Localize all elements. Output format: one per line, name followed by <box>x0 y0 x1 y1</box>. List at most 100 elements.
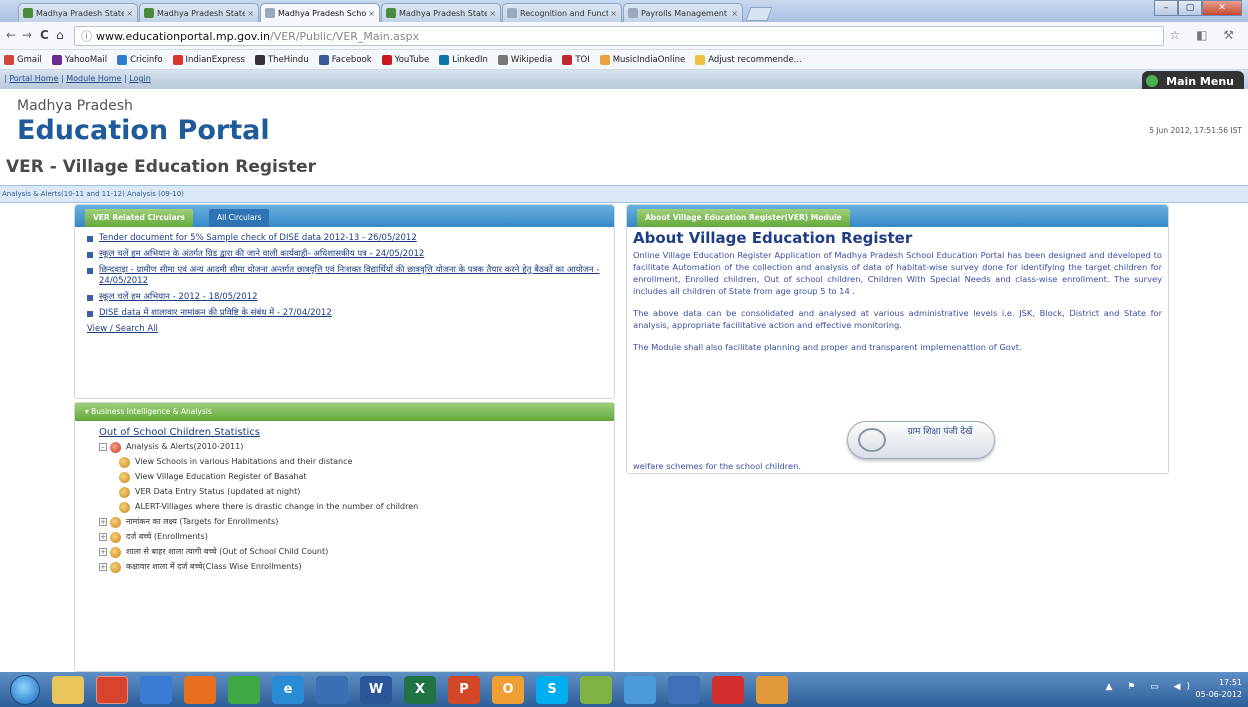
reload-icon[interactable]: C <box>40 28 49 42</box>
circular-link[interactable]: स्कूल चलें हम अभियान - 2012 - 18/05/2012 <box>99 292 258 302</box>
bookmark-item[interactable]: TheHindu <box>254 54 309 65</box>
ie-icon[interactable]: e <box>272 675 304 704</box>
out-of-school-stats-link[interactable]: Out of School Children Statistics <box>99 427 614 438</box>
bookmark-item[interactable]: Cricinfo <box>117 54 163 65</box>
expand-node-icon[interactable]: + <box>99 548 107 556</box>
address-bar[interactable]: ⓘ www.educationportal.mp.gov.in/VER/Publ… <box>74 26 1164 46</box>
bookmark-item[interactable]: TOI <box>562 54 590 65</box>
clock-time[interactable]: 17:51 <box>1196 677 1242 689</box>
bookmark-item[interactable]: IndianExpress <box>172 54 245 65</box>
tab-close-icon[interactable]: × <box>610 9 617 18</box>
media-icon[interactable] <box>316 675 348 704</box>
excel-icon[interactable]: X <box>404 675 436 704</box>
tab-title: Madhya Pradesh State Sch <box>36 8 125 18</box>
tree-leaf[interactable]: VER Data Entry Status (updated at night) <box>119 487 614 498</box>
bookmark-label: YahooMail <box>64 54 108 65</box>
outlook-icon[interactable]: O <box>492 675 524 704</box>
expand-node-icon[interactable]: + <box>99 518 107 526</box>
tab-all-circulars[interactable]: All Circulars <box>209 209 270 227</box>
bookmark-item[interactable]: Adjust recommende... <box>695 54 802 65</box>
circular-item[interactable]: स्कूल चलें हम अभियान के अंतर्गत ग्रिड द्… <box>87 249 614 260</box>
circular-item[interactable]: छिन्दवाड़ा - ग्रामीण सीमा एवं अन्य आदमी … <box>87 265 614 287</box>
tree-node[interactable]: + कक्षावार शाला में दर्ज बच्चे(Class Wise… <box>99 562 614 573</box>
collapse-node-icon[interactable]: – <box>99 443 107 451</box>
maximize-button[interactable]: ▢ <box>1178 0 1202 16</box>
expand-node-icon[interactable]: + <box>99 533 107 541</box>
media-player-icon[interactable] <box>668 675 700 704</box>
expand-node-icon[interactable]: + <box>99 563 107 571</box>
circular-item[interactable]: स्कूल चलें हम अभियान - 2012 - 18/05/2012 <box>87 292 614 303</box>
chrome-icon[interactable] <box>96 675 128 704</box>
main-menu-button[interactable]: Main Menu <box>1142 71 1244 91</box>
ie9-icon[interactable] <box>228 675 260 704</box>
powerpoint-icon[interactable]: P <box>448 675 480 704</box>
close-window-button[interactable]: ✕ <box>1202 0 1242 16</box>
circular-item[interactable]: Tender document for 5% Sample check of D… <box>87 233 614 244</box>
tree-node-analysis-alerts[interactable]: – Analysis & Alerts(2010-2011) <box>99 442 614 453</box>
bookmark-item[interactable]: Wikipedia <box>497 54 552 65</box>
view-search-all-link[interactable]: View / Search All <box>75 324 614 334</box>
bookmark-item[interactable]: Gmail <box>4 54 42 65</box>
tab-ver-circulars[interactable]: VER Related Circulars <box>85 209 193 227</box>
bookmark-item[interactable]: MusicIndiaOnline <box>599 54 685 65</box>
tree-leaf[interactable]: ALERT-Villages where there is drastic ch… <box>119 502 614 513</box>
explorer-icon[interactable] <box>52 675 84 704</box>
report-icon <box>119 472 130 483</box>
bookmark-item[interactable]: LinkedIn <box>439 54 488 65</box>
report-icon <box>110 532 121 543</box>
tab-about-ver-module[interactable]: About Village Education Register(VER) Mo… <box>637 209 850 227</box>
tab-close-icon[interactable]: × <box>126 9 133 18</box>
start-button[interactable] <box>10 674 40 705</box>
tab-close-icon[interactable]: × <box>731 9 738 18</box>
home-icon[interactable]: ⌂ <box>56 28 64 42</box>
gtalk-icon[interactable] <box>580 675 612 704</box>
back-arrow-icon[interactable]: ← <box>6 28 16 42</box>
browser-tab[interactable]: Recognition and Function× <box>502 3 622 22</box>
tree-leaf[interactable]: View Village Education Register of Basah… <box>119 472 614 483</box>
installer-icon[interactable] <box>756 675 788 704</box>
tree-leaf[interactable]: View Schools in various Habitations and … <box>119 457 614 468</box>
analysis-node-icon <box>110 442 121 453</box>
view-village-register-button[interactable]: ग्राम शिक्षा पंजी देखें <box>847 421 995 459</box>
tray-icons[interactable]: ▲ ⚑ ▭ ◀) <box>1105 681 1196 693</box>
word-icon[interactable]: W <box>360 675 392 704</box>
browser-tab[interactable]: Madhya Pradesh State Sch× <box>381 3 501 22</box>
circular-link[interactable]: DISE data में शालावार नामांकन की प्रविष्… <box>99 308 332 318</box>
bookmark-item[interactable]: YahooMail <box>51 54 108 65</box>
tab-close-icon[interactable]: × <box>489 9 496 18</box>
tree-node[interactable]: + नामांकन का लक्ष्य (Targets for Enrollme… <box>99 517 614 528</box>
browser-tab[interactable]: Payrolls Management × <box>623 3 743 22</box>
circular-link[interactable]: छिन्दवाड़ा - ग्रामीण सीमा एवं अन्य आदमी … <box>99 265 599 286</box>
analysis-alerts-link[interactable]: Analysis & Alerts(10-11 and 11-12) Analy… <box>2 190 184 198</box>
browser-tab[interactable]: Madhya Pradesh State Sch× <box>139 3 259 22</box>
minimize-button[interactable]: – <box>1154 0 1178 16</box>
main-menu-label: Main Menu <box>1166 74 1234 88</box>
circular-item[interactable]: DISE data में शालावार नामांकन की प्रविष्… <box>87 308 614 319</box>
portal-topbar: | Portal Home | Module Home | Login Main… <box>0 70 1248 91</box>
acrobat-icon[interactable] <box>712 675 744 704</box>
tab-close-icon[interactable]: × <box>368 9 375 18</box>
browser-tab[interactable]: Madhya Pradesh State Sch× <box>18 3 138 22</box>
circular-link[interactable]: स्कूल चलें हम अभियान के अंतर्गत ग्रिड द्… <box>99 249 424 259</box>
login-link[interactable]: Login <box>129 74 151 83</box>
bookmark-favicon-icon <box>4 54 14 65</box>
firefox-icon[interactable] <box>184 675 216 704</box>
portal-home-link[interactable]: Portal Home <box>9 74 58 83</box>
bookmark-item[interactable]: Facebook <box>318 54 372 65</box>
bookmark-favicon-icon <box>318 54 329 65</box>
tree-leaf-label: View Schools in various Habitations and … <box>135 457 353 466</box>
tree-node[interactable]: + शाला से बाहर शाला त्यागी बच्चे (Out of … <box>99 547 614 558</box>
tab-close-icon[interactable]: × <box>247 9 254 18</box>
toolbar-extension-icons[interactable]: ☆ ◧ ⚒ <box>1170 28 1240 42</box>
circular-link[interactable]: Tender document for 5% Sample check of D… <box>99 233 417 243</box>
chromium-icon[interactable] <box>140 675 172 704</box>
module-home-link[interactable]: Module Home <box>66 74 121 83</box>
bookmark-item[interactable]: YouTube <box>381 54 429 65</box>
new-tab-button[interactable] <box>745 7 773 21</box>
ie-pinned-icon[interactable] <box>624 675 656 704</box>
tree-node[interactable]: + दर्ज बच्चे (Enrollments) <box>99 532 614 543</box>
skype-icon[interactable]: S <box>536 675 568 704</box>
clock-date[interactable]: 05-06-2012 <box>1196 689 1243 701</box>
browser-tab[interactable]: Madhya Pradesh School Ed× <box>260 3 380 22</box>
forward-arrow-icon[interactable]: → <box>22 28 32 42</box>
